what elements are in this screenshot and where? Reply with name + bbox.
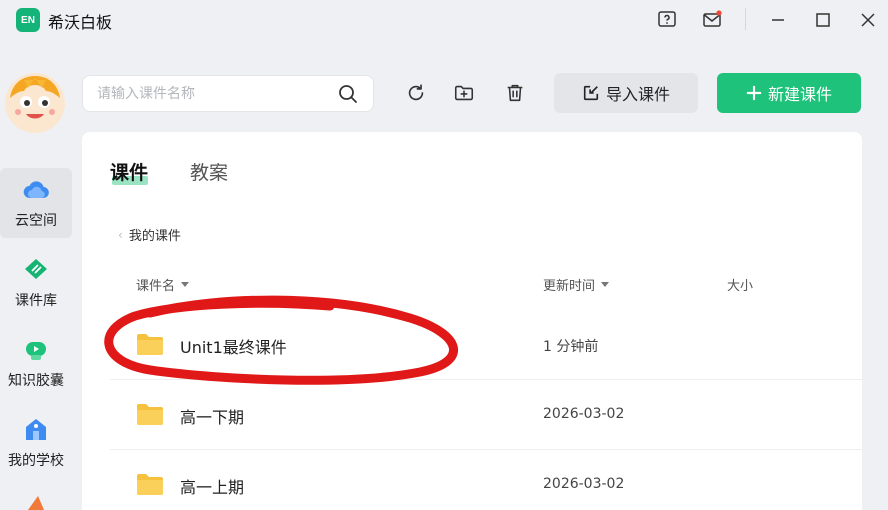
minimize-icon[interactable] — [766, 8, 790, 32]
file-updated-time: 2026-03-02 — [543, 476, 625, 492]
sidebar-item-label: 我的学校 — [8, 453, 64, 469]
column-header-name[interactable]: 课件名 — [136, 275, 190, 294]
refresh-icon[interactable] — [403, 80, 429, 106]
help-icon[interactable] — [655, 8, 679, 32]
import-courseware-button[interactable]: 导入课件 — [554, 73, 698, 113]
sidebar-item-courseware-library[interactable]: 课件库 — [0, 248, 72, 318]
folder-icon — [137, 474, 163, 495]
sidebar-item-label: 课件库 — [15, 293, 57, 309]
tab-courseware[interactable]: 课件 — [110, 158, 148, 185]
file-panel: 课件 教案 ‹ 我的课件 课件名 更新时间 大小 Unit1最终课件 1 分钟前… — [82, 132, 862, 510]
sort-caret-icon — [181, 282, 190, 287]
close-icon[interactable] — [856, 8, 880, 32]
courseware-library-icon — [22, 256, 50, 284]
search-input[interactable] — [97, 84, 327, 104]
school-icon — [22, 416, 50, 444]
search-box[interactable] — [82, 75, 374, 112]
knowledge-capsule-icon — [22, 336, 50, 364]
app-logo: EN — [16, 8, 40, 32]
sidebar-item-knowledge-capsule[interactable]: 知识胶囊 — [0, 328, 72, 398]
table-row[interactable]: 高一上期 2026-03-02 — [110, 450, 862, 510]
table-row[interactable]: Unit1最终课件 1 分钟前 — [110, 310, 862, 380]
breadcrumb: ‹ 我的课件 — [118, 225, 181, 245]
avatar[interactable] — [4, 72, 66, 134]
cloud-icon — [22, 176, 50, 204]
tab-lesson-plan[interactable]: 教案 — [190, 158, 228, 185]
title-bar: EN 希沃白板 — [0, 0, 888, 40]
file-name: Unit1最终课件 — [180, 338, 287, 357]
new-folder-icon[interactable] — [451, 80, 477, 106]
trash-icon[interactable] — [502, 80, 528, 106]
search-icon[interactable] — [337, 83, 359, 105]
folder-icon — [137, 334, 163, 355]
import-button-label: 导入课件 — [605, 85, 670, 104]
plus-icon — [746, 85, 762, 101]
table-row[interactable]: 高一下期 2026-03-02 — [110, 380, 862, 450]
column-header-updated[interactable]: 更新时间 — [543, 275, 610, 294]
app-title: 希沃白板 — [48, 13, 113, 32]
maximize-icon[interactable] — [811, 8, 835, 32]
chevron-left-icon[interactable]: ‹ — [118, 228, 123, 242]
file-updated-time: 2026-03-02 — [543, 406, 625, 422]
file-name: 高一下期 — [180, 408, 245, 427]
new-courseware-button[interactable]: 新建课件 — [717, 73, 861, 113]
sort-caret-icon — [601, 282, 610, 287]
mail-icon[interactable] — [700, 8, 724, 32]
breadcrumb-item[interactable]: 我的课件 — [129, 225, 181, 244]
sidebar-item-label: 云空间 — [15, 213, 57, 229]
sidebar-item-my-school[interactable]: 我的学校 — [0, 408, 72, 478]
titlebar-divider — [745, 8, 746, 30]
sidebar-item-cloud[interactable]: 云空间 — [0, 168, 72, 238]
file-updated-time: 1 分钟前 — [543, 339, 599, 355]
import-icon — [583, 85, 599, 101]
file-name: 高一上期 — [180, 478, 245, 497]
column-header-size: 大小 — [727, 279, 754, 294]
sidebar-item-label: 知识胶囊 — [8, 373, 64, 389]
new-button-label: 新建课件 — [767, 85, 832, 104]
folder-icon — [137, 404, 163, 425]
sidebar-more-icon[interactable] — [24, 494, 46, 510]
